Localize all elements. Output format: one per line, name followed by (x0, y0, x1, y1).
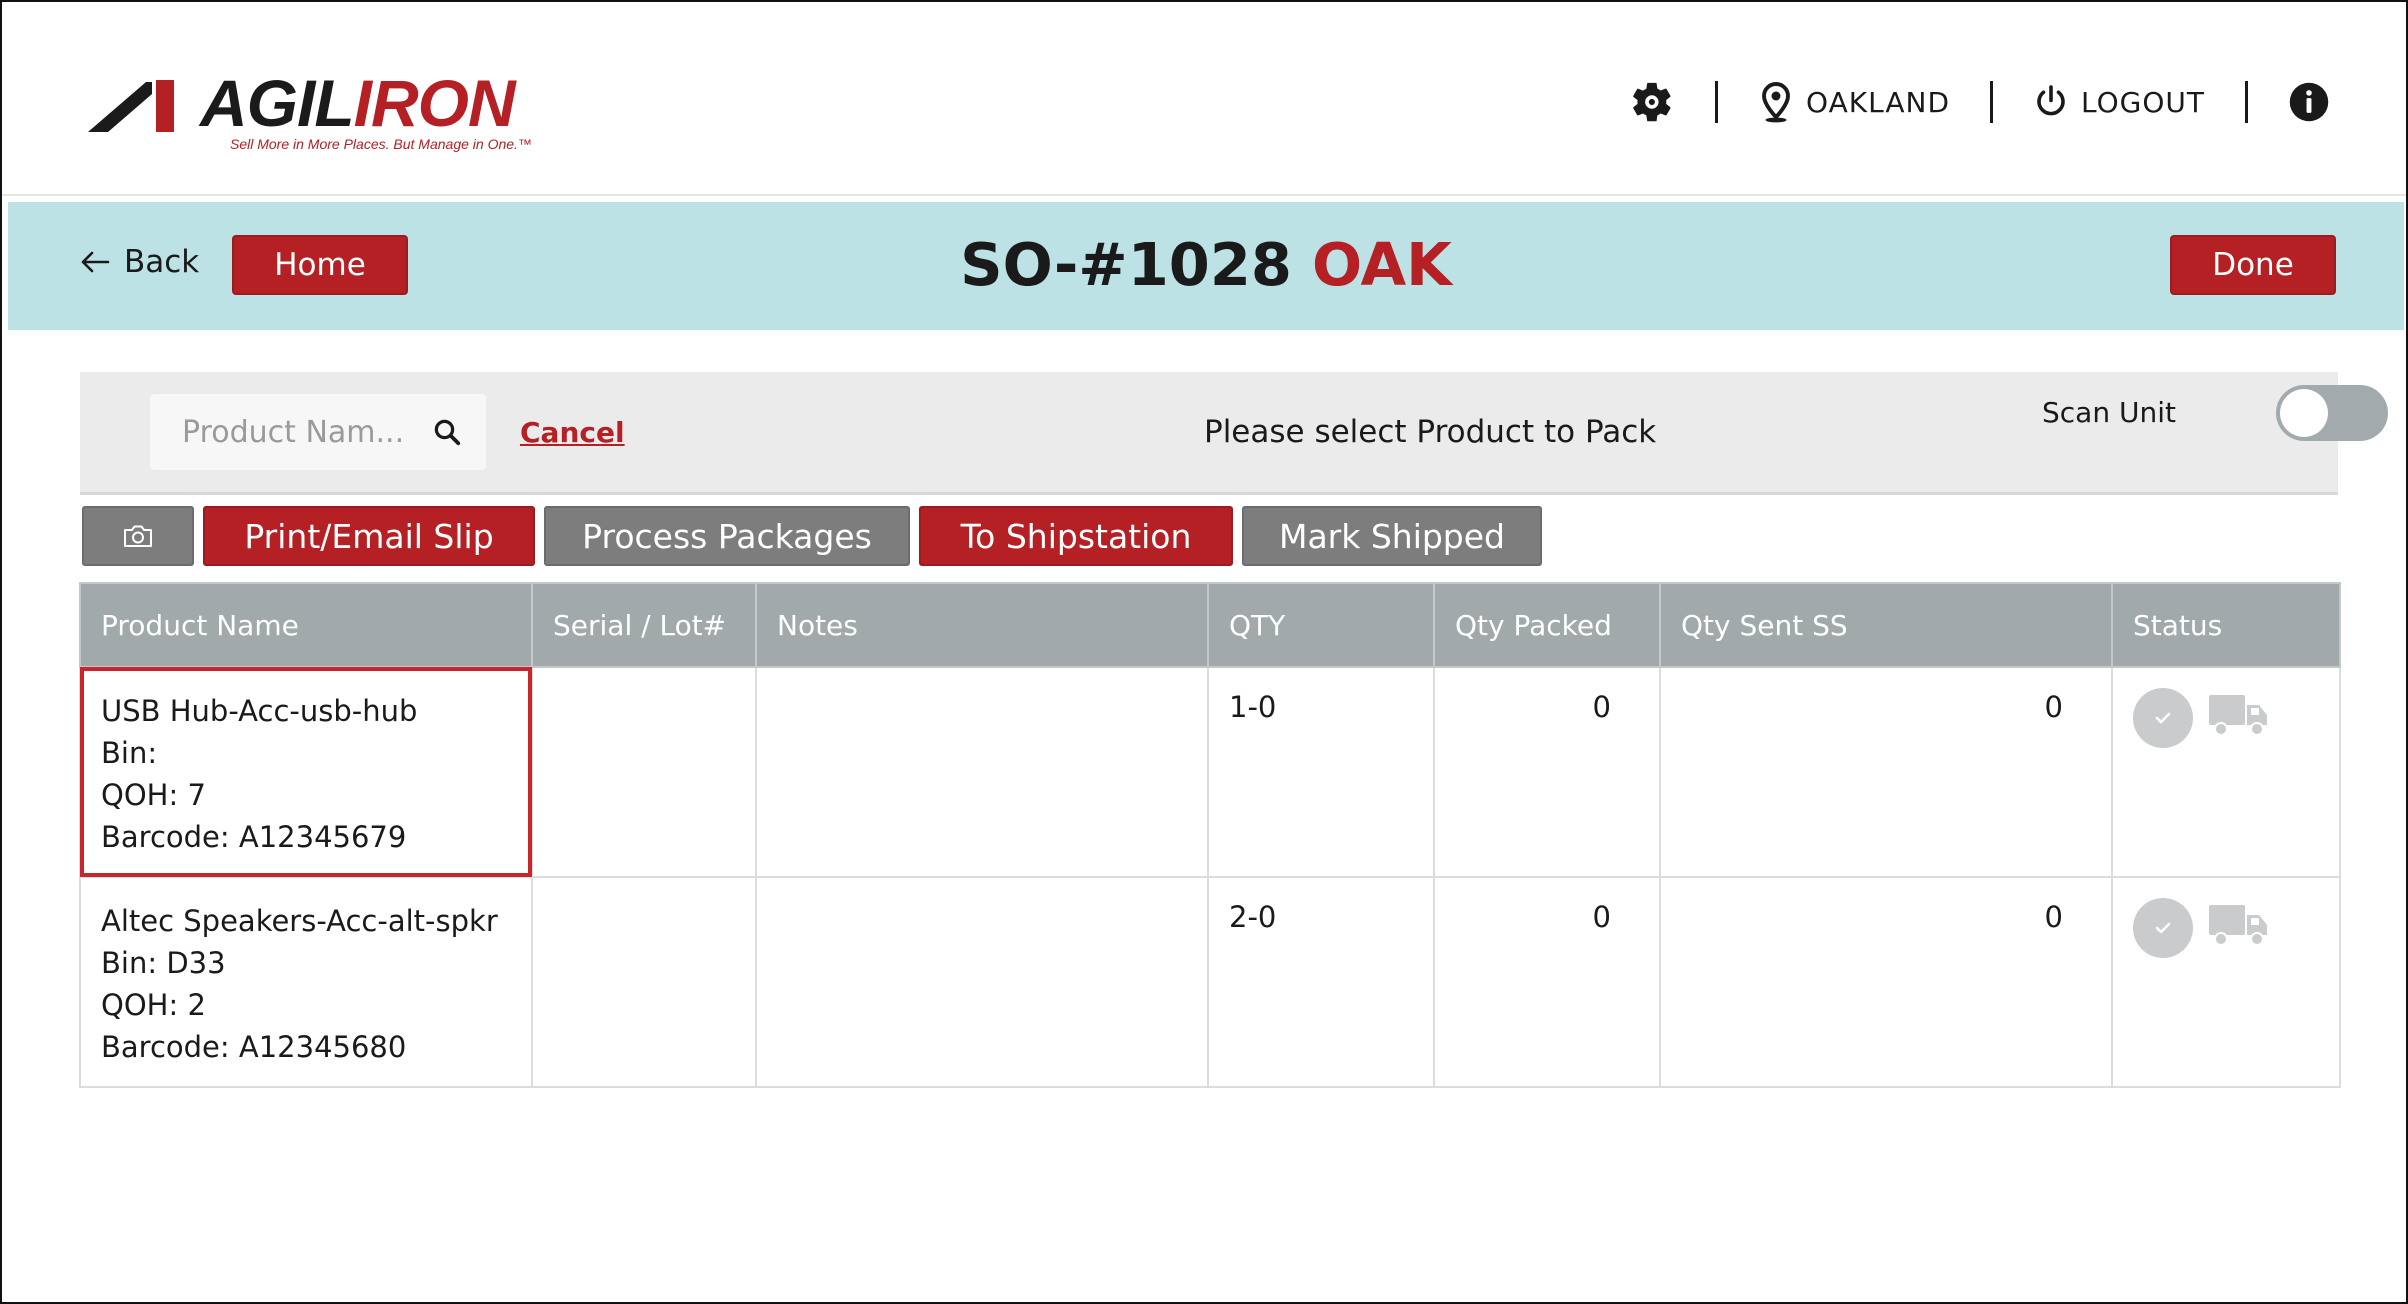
agiliron-logo[interactable]: AGILIRON Sell More in More Places. But M… (88, 66, 548, 152)
column-header[interactable]: Notes (755, 582, 1209, 668)
product-name: USB Hub-Acc-usb-hub (101, 694, 418, 728)
product-bin: Bin: D33 (101, 946, 226, 980)
gear-icon[interactable] (1629, 79, 1675, 125)
process-packages-button[interactable]: Process Packages (544, 506, 910, 566)
product-qoh: QOH: 2 (101, 988, 206, 1022)
check-circle-icon[interactable] (2133, 898, 2193, 958)
column-header[interactable]: Qty Sent SS (1659, 582, 2113, 668)
nav-divider (2245, 81, 2248, 123)
location-pin-icon (1758, 81, 1794, 123)
product-barcode: Barcode: A12345680 (101, 1030, 407, 1064)
search-icon[interactable] (432, 417, 462, 447)
app-window: AGILIRON Sell More in More Places. But M… (0, 0, 2408, 1304)
status-cell (2111, 876, 2341, 1088)
product-search (150, 394, 486, 470)
notes-cell[interactable] (755, 666, 1209, 878)
column-header[interactable]: Product Name (79, 582, 533, 668)
column-header[interactable]: Qty Packed (1433, 582, 1661, 668)
to-shipstation-button[interactable]: To Shipstation (919, 506, 1233, 566)
logout-label: LOGOUT (2081, 85, 2205, 119)
cancel-link[interactable]: Cancel (520, 416, 625, 449)
scan-unit-label: Scan Unit (2042, 396, 2176, 429)
toggle-knob (2280, 389, 2328, 437)
logo-tagline: Sell More in More Places. But Manage in … (230, 136, 532, 152)
camera-icon (122, 523, 154, 549)
camera-button[interactable] (82, 506, 194, 566)
nav-divider (1990, 81, 1994, 123)
column-header[interactable]: Serial / Lot# (531, 582, 757, 668)
serial-lot-cell[interactable] (531, 666, 757, 878)
column-header[interactable]: QTY (1207, 582, 1435, 668)
mark-shipped-button[interactable]: Mark Shipped (1242, 506, 1542, 566)
pack-instruction: Please select Product to Pack (1204, 414, 1657, 450)
location-label: OAKLAND (1806, 85, 1951, 119)
qty-packed-cell: 0 (1433, 876, 1661, 1088)
location-code: OAK (1311, 230, 1452, 299)
done-button[interactable]: Done (2170, 235, 2336, 295)
info-icon[interactable] (2288, 81, 2330, 123)
print-email-slip-button[interactable]: Print/Email Slip (203, 506, 535, 566)
serial-lot-cell[interactable] (531, 876, 757, 1088)
products-table: Product Name Serial / Lot# Notes QTY Qty… (79, 582, 2341, 1088)
product-qoh: QOH: 7 (101, 778, 206, 812)
scan-unit-toggle[interactable] (2276, 385, 2388, 441)
product-bin: Bin: (101, 736, 158, 770)
truck-icon[interactable] (2207, 901, 2269, 956)
page-title: SO-#1028 OAK (8, 230, 2404, 299)
nav-divider (1715, 81, 1719, 123)
qty-sent-ss-cell: 0 (1659, 876, 2113, 1088)
table-row[interactable]: Altec Speakers-Acc-alt-spkr Bin: D33 QOH… (79, 876, 2341, 1088)
power-icon (2033, 84, 2069, 120)
location-selector[interactable]: OAKLAND (1758, 81, 1950, 123)
qty-packed-cell: 0 (1433, 666, 1661, 878)
order-number: SO-#1028 (960, 230, 1292, 299)
qty-sent-ss-cell: 0 (1659, 666, 2113, 878)
check-circle-icon[interactable] (2133, 688, 2193, 748)
table-row[interactable]: USB Hub-Acc-usb-hub Bin: QOH: 7 Barcode:… (79, 666, 2341, 878)
order-title-bar: Back Home SO-#1028 OAK Done (8, 202, 2404, 330)
logout-button[interactable]: LOGOUT (2033, 84, 2205, 120)
product-name: Altec Speakers-Acc-alt-spkr (101, 904, 498, 938)
top-header: AGILIRON Sell More in More Places. But M… (2, 2, 2406, 196)
column-header[interactable]: Status (2111, 582, 2341, 668)
qty-cell: 1-0 (1207, 666, 1435, 878)
notes-cell[interactable] (755, 876, 1209, 1088)
table-header-row: Product Name Serial / Lot# Notes QTY Qty… (79, 582, 2341, 668)
product-cell[interactable]: Altec Speakers-Acc-alt-spkr Bin: D33 QOH… (79, 876, 533, 1088)
product-barcode: Barcode: A12345679 (101, 820, 407, 854)
action-bar: Print/Email Slip Process Packages To Shi… (82, 506, 1542, 566)
truck-icon[interactable] (2207, 691, 2269, 746)
product-search-input[interactable] (180, 413, 424, 451)
product-cell-selected[interactable]: USB Hub-Acc-usb-hub Bin: QOH: 7 Barcode:… (79, 666, 533, 878)
logo-mark-icon (88, 80, 174, 132)
header-nav: OAKLAND LOGOUT (1629, 74, 2330, 130)
logo-wordmark: AGILIRON (200, 66, 516, 140)
qty-cell: 2-0 (1207, 876, 1435, 1088)
search-toolbar: Cancel Please select Product to Pack Sca… (80, 372, 2388, 495)
status-cell (2111, 666, 2341, 878)
